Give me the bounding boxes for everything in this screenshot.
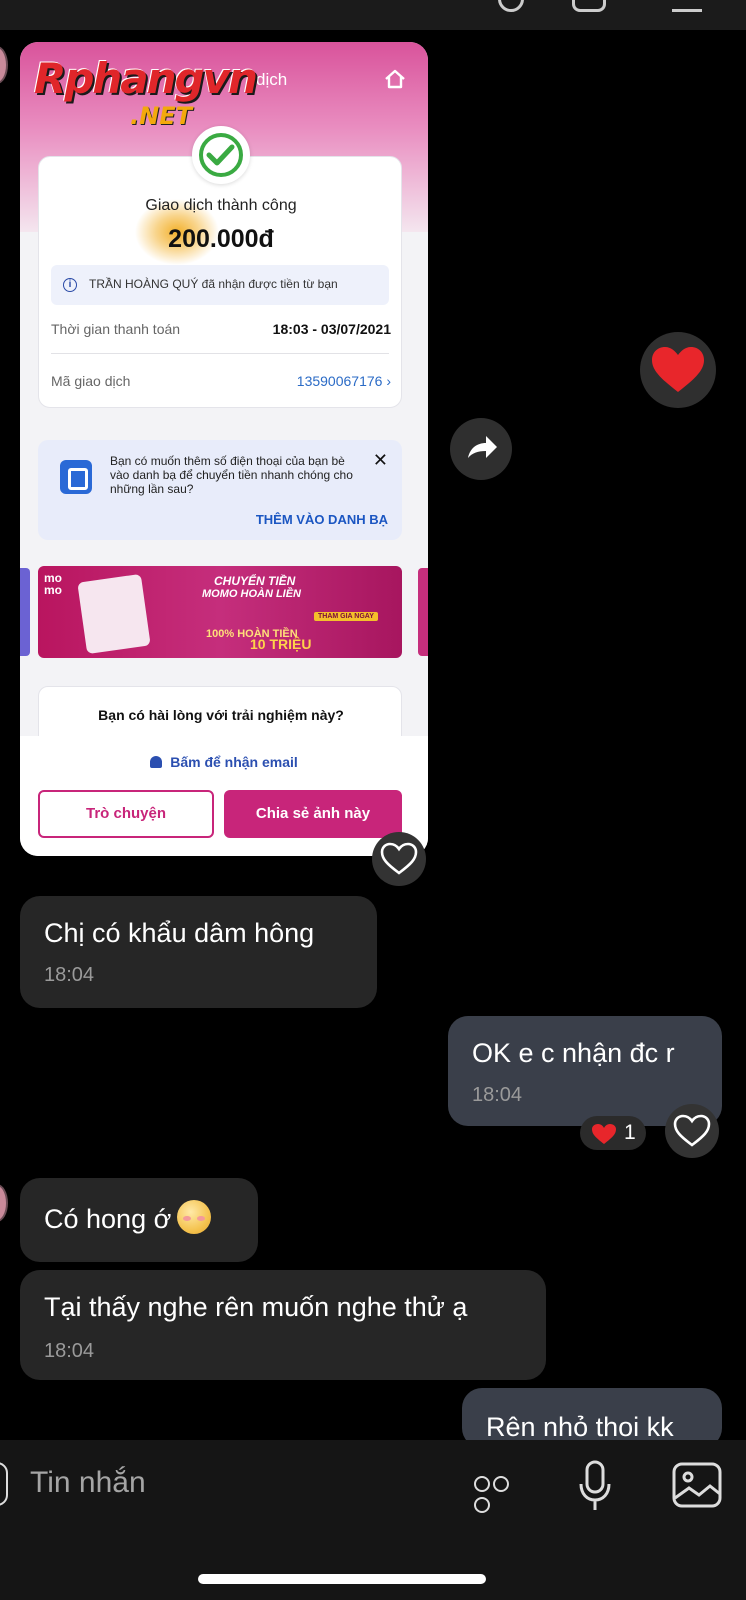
banner-cta: THAM GIA NGAY	[314, 612, 378, 621]
payment-time-row: Thời gian thanh toán 18:03 - 03/07/2021	[51, 321, 391, 337]
message-text: Có hong ớ	[44, 1200, 212, 1235]
mic-icon[interactable]	[578, 1460, 612, 1514]
payment-time-label: Thời gian thanh toán	[51, 321, 181, 337]
image-header-title: dịch	[256, 70, 288, 89]
avatar[interactable]	[0, 1184, 8, 1222]
success-title: Giao dịch thành công	[145, 197, 297, 214]
camera-icon[interactable]	[0, 1462, 8, 1506]
shared-image[interactable]: dịch Rphangvn .NET Giao dịch thành công …	[20, 42, 428, 856]
email-prompt: Bấm để nhận email	[20, 754, 428, 770]
home-indicator	[198, 1574, 486, 1584]
reaction-badge[interactable]: 1	[580, 1116, 646, 1150]
like-heart-outline-icon[interactable]	[665, 1104, 719, 1158]
amount: 200.000đ	[168, 225, 274, 253]
close-icon: ✕	[372, 450, 388, 470]
momo-logo: mo mo	[44, 571, 62, 597]
promo-banner: mo mo CHUYỂN TIỀN MOMO HOÀN LIỀN THAM GI…	[38, 566, 402, 658]
add-contact-link: THÊM VÀO DANH BẠ	[255, 512, 388, 527]
carousel-prev-banner	[20, 568, 30, 656]
success-check-icon	[192, 126, 250, 184]
chat-button: Trò chuyện	[38, 790, 214, 838]
message-bubble-incoming[interactable]: Tại thấy nghe rên muốn nghe thử ạ 18:04	[20, 1270, 546, 1380]
divider	[51, 353, 389, 354]
more-dots-icon[interactable]	[474, 1476, 530, 1513]
avatar[interactable]	[0, 46, 8, 84]
message-bubble-outgoing[interactable]: Rên nhỏ thoi kk	[462, 1388, 722, 1448]
banner-line-2: MOMO HOÀN LIỀN	[202, 588, 301, 600]
like-heart-outline-icon[interactable]	[372, 832, 426, 886]
top-bar	[0, 0, 746, 30]
receiver-note-text: TRẦN HOÀNG QUÝ đã nhận được tiền từ bạn	[89, 277, 338, 291]
banner-line-4: 10 TRIỆU	[250, 636, 312, 652]
carousel-next-banner	[418, 568, 428, 656]
home-icon	[385, 69, 405, 89]
blushing-emoji-icon	[177, 1200, 212, 1234]
message-text: OK e c nhận đc r	[472, 1038, 675, 1068]
reaction-count: 1	[624, 1121, 636, 1144]
message-bubble-incoming[interactable]: Có hong ớ	[20, 1178, 258, 1262]
heart-reaction-icon[interactable]	[640, 332, 716, 408]
message-text: Rên nhỏ thoi kk	[486, 1412, 674, 1442]
contact-prompt: Bạn có muốn thêm số điện thoại của bạn b…	[110, 454, 353, 496]
call-icon[interactable]	[498, 0, 524, 12]
rating-question: Bạn có hài lòng với trải nghiệm này?	[98, 707, 344, 723]
image-footer: Bấm để nhận email Trò chuyện Chia sẻ ảnh…	[20, 736, 428, 856]
forward-icon[interactable]	[450, 418, 512, 480]
transaction-card: Giao dịch thành công 200.000đ i TRẦN HOÀ…	[38, 156, 402, 408]
message-text: Tại thấy nghe rên muốn nghe thử ạ	[44, 1292, 468, 1322]
phone-illustration	[77, 573, 151, 655]
video-icon[interactable]	[572, 0, 606, 12]
info-icon[interactable]	[672, 0, 702, 12]
transaction-id-label: Mã giao dịch	[51, 373, 131, 389]
transaction-id-row: Mã giao dịch 13590067176 ›	[51, 373, 391, 389]
watermark-suffix: .NET	[130, 102, 192, 130]
message-input[interactable]: Tin nhắn	[30, 1466, 146, 1500]
payment-time-value: 18:03 - 03/07/2021	[272, 321, 391, 337]
bell-icon	[150, 756, 163, 768]
gallery-icon[interactable]	[672, 1462, 722, 1508]
watermark-logo: Rphangvn	[34, 54, 258, 103]
message-time: 18:04	[44, 1340, 95, 1362]
share-image-button: Chia sẻ ảnh này	[224, 790, 402, 838]
message-time: 18:04	[44, 964, 95, 986]
add-contact-card: Bạn có muốn thêm số điện thoại của bạn b…	[38, 440, 402, 540]
message-text: Chị có khẩu dâm hông	[44, 918, 315, 948]
transaction-id-value: 13590067176 ›	[296, 373, 391, 389]
message-time: 18:04	[472, 1084, 523, 1106]
message-bubble-incoming[interactable]: Chị có khẩu dâm hông 18:04	[20, 896, 377, 1008]
info-icon: i	[63, 278, 77, 292]
contact-book-icon	[60, 460, 92, 494]
receiver-note: i TRẦN HOÀNG QUÝ đã nhận được tiền từ bạ…	[51, 265, 389, 305]
banner-line-1: CHUYỂN TIỀN	[214, 574, 296, 588]
